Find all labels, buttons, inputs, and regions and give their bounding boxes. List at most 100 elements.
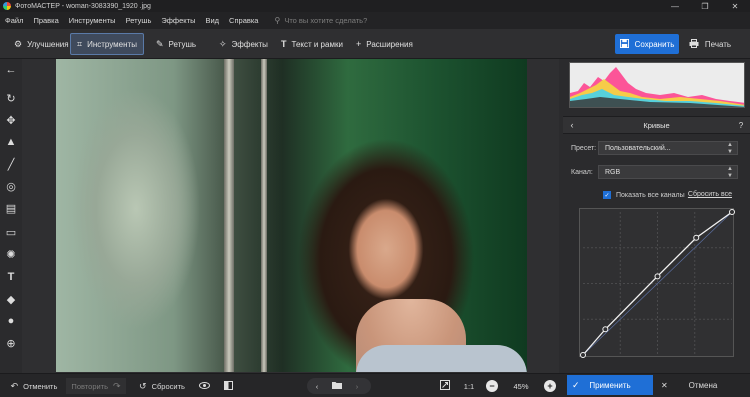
next-image-button[interactable]: › [350, 378, 364, 394]
photo-preview [56, 59, 527, 372]
tab-label: Инструменты [87, 39, 137, 49]
text-tool-icon[interactable]: T [3, 269, 19, 285]
main-toolbar: ⚙ Улучшения ⌗ Инструменты ✎ Ретушь ✧ Эфф… [0, 29, 750, 59]
menu-help[interactable]: Справка [229, 16, 258, 25]
redo-label: Повторить [71, 381, 109, 391]
minimize-button[interactable]: — [660, 0, 690, 12]
brush-icon: ✎ [156, 38, 164, 49]
tab-enhancements[interactable]: ⚙ Улучшения [8, 33, 75, 55]
brush-icon[interactable]: ╱ [3, 156, 19, 172]
undo-label: Отменить [23, 381, 58, 391]
window-frame-shape [224, 59, 234, 372]
histogram [569, 62, 745, 108]
undo-button[interactable]: ↶ Отменить [8, 378, 60, 394]
check-icon: ✓ [572, 379, 580, 390]
channel-select[interactable]: RGB ▲ ▼ [598, 165, 738, 179]
cancel-button[interactable]: ✕ Отмена [656, 375, 750, 395]
reset-label: Сбросить [151, 381, 185, 391]
gradient-filter-icon[interactable]: ▤ [3, 200, 19, 216]
light-icon[interactable]: ✺ [3, 246, 19, 262]
cancel-label: Отмена [688, 380, 718, 390]
vignette-icon[interactable]: ▭ [3, 224, 19, 240]
apply-label: Применить [589, 380, 631, 390]
close-icon: ✕ [661, 380, 668, 390]
image-canvas[interactable] [22, 59, 559, 373]
redo-button[interactable]: Повторить ↷ [66, 378, 126, 394]
window-controls: — ❐ ✕ [660, 0, 750, 12]
open-folder-button[interactable] [330, 378, 344, 394]
tab-extensions[interactable]: + Расширения [350, 33, 419, 55]
sliders-icon: ⚙ [14, 38, 23, 49]
maximize-button[interactable]: ❐ [690, 0, 720, 12]
zoom-in-button[interactable]: + [543, 378, 557, 394]
text-icon: T [281, 39, 287, 49]
reset-all-link[interactable]: Сбросить все [688, 191, 732, 198]
curve-editor[interactable] [579, 208, 735, 358]
tab-tools[interactable]: ⌗ Инструменты [70, 33, 144, 55]
tab-effects[interactable]: ✧ Эффекты [213, 33, 274, 55]
menu-view[interactable]: Вид [205, 16, 219, 25]
search-placeholder: Что вы хотите сделать? [284, 16, 368, 25]
radial-filter-icon[interactable]: ◎ [3, 178, 19, 194]
search-icon: ⚲ [274, 16, 281, 25]
menu-effects[interactable]: Эффекты [161, 16, 195, 25]
fill-icon[interactable]: ◆ [3, 291, 19, 307]
minus-icon: − [486, 380, 498, 392]
menu-edit[interactable]: Правка [33, 16, 58, 25]
save-button[interactable]: Сохранить [615, 34, 679, 54]
curve-control-point[interactable] [654, 273, 661, 280]
close-window-button[interactable]: ✕ [720, 0, 750, 12]
blur-icon[interactable]: ● [3, 313, 19, 329]
preview-eye-button[interactable] [195, 378, 213, 394]
zoom-level: 45% [513, 381, 529, 391]
curve-control-point[interactable] [602, 326, 609, 333]
channel-label: Канал: [571, 169, 593, 176]
tab-label: Расширения [366, 39, 413, 49]
healing-brush-icon[interactable]: ✥ [3, 112, 19, 128]
stamp-icon[interactable]: ▲ [3, 134, 19, 150]
curve-graph[interactable] [580, 209, 735, 358]
window-frame-shape [261, 59, 267, 372]
tab-text-frames[interactable]: T Текст и рамки [275, 33, 349, 55]
magic-wand-icon: ✧ [219, 38, 227, 49]
tab-label: Ретушь [168, 39, 197, 49]
preset-select[interactable]: Пользовательский... ▲ ▼ [598, 141, 738, 155]
compare-icon [223, 380, 233, 392]
redo-icon: ↷ [113, 380, 121, 391]
show-all-channels-checkbox[interactable]: ✓ Показать все каналы [603, 191, 685, 199]
chevron-updown-icon: ▲ ▼ [727, 166, 733, 179]
print-button[interactable]: Печать [682, 34, 738, 54]
zoom-out-button[interactable]: − [485, 378, 499, 394]
chevron-updown-icon: ▲ ▼ [727, 142, 733, 155]
help-icon[interactable]: ? [732, 121, 750, 130]
curve-control-point[interactable] [693, 234, 700, 241]
channel-value: RGB [605, 168, 621, 176]
menu-retouch[interactable]: Ретушь [126, 16, 152, 25]
tab-retouch[interactable]: ✎ Ретушь [150, 33, 202, 55]
save-label: Сохранить [634, 39, 675, 49]
menu-file[interactable]: Файл [5, 16, 23, 25]
zoom-1to1-button[interactable]: 1:1 [459, 378, 479, 394]
portrait-shirt-shape [356, 345, 527, 372]
curve-control-point[interactable] [580, 352, 586, 358]
chevron-right-icon: › [355, 381, 359, 391]
reset-icon: ↺ [139, 380, 147, 391]
compare-button[interactable] [219, 378, 237, 394]
fit-screen-button[interactable] [437, 378, 453, 394]
menu-tools[interactable]: Инструменты [69, 16, 116, 25]
curves-panel: ‹ Кривые ? Пресет: Пользовательский... ▲… [563, 59, 750, 373]
back-arrow-icon[interactable]: ← [3, 62, 19, 78]
back-chevron-icon[interactable]: ‹ [563, 120, 581, 130]
apply-button[interactable]: ✓ Применить [567, 375, 653, 395]
reset-button[interactable]: ↺ Сбросить [138, 378, 186, 394]
prev-image-button[interactable]: ‹ [310, 378, 324, 394]
curves-header: ‹ Кривые ? [563, 116, 750, 134]
command-search[interactable]: ⚲ Что вы хотите сделать? [274, 16, 367, 25]
menu-bar: Файл Правка Инструменты Ретушь Эффекты В… [0, 12, 750, 29]
undo-icon: ↶ [10, 380, 19, 391]
curve-control-point[interactable] [729, 209, 735, 215]
rotate-icon[interactable]: ↻ [3, 90, 19, 106]
crop-icon: ⌗ [77, 38, 83, 49]
tab-label: Эффекты [231, 39, 268, 49]
color-wheel-icon[interactable]: ⊕ [3, 335, 19, 351]
